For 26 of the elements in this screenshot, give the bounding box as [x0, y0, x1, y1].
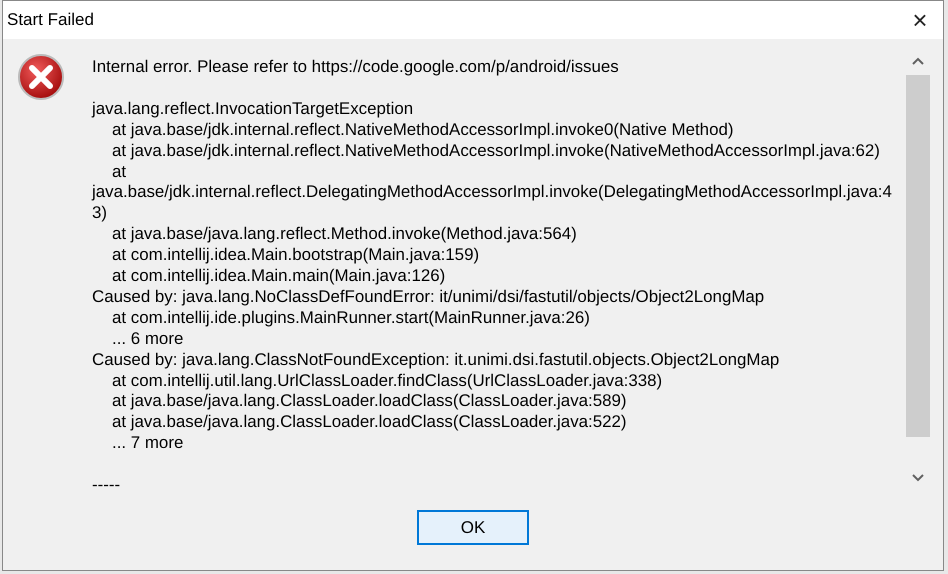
ok-button[interactable]: OK — [417, 510, 529, 545]
message-line: at java.base/java.lang.reflect.Method.invoke(Method.java:564) — [112, 224, 577, 246]
message-line: ----- — [92, 475, 120, 496]
message-line: at java.base/java.lang.ClassLoader.loadClass(ClassLoader.java:589) — [112, 391, 627, 412]
message-line: ... 7 more — [112, 433, 184, 454]
message-line: at com.intellij.idea.Main.bootstrap(Main.java:159) — [112, 245, 480, 266]
message-line: at java.base/java.lang.ClassLoader.loadClass(ClassLoader.java:522) — [112, 412, 627, 434]
message-line: ... 6 more — [112, 328, 184, 350]
message-line: at — [112, 162, 126, 182]
message-line: Caused by: java.lang.NoClassDefFoundError: it/unimi/dsi/fastutil/objects/Object2LongMap — [92, 286, 764, 308]
message-line: at java.base/jdk.internal.reflect.NativeMethodAccessorImpl.invoke(NativeMethodAccessorImpl.java:62) — [112, 140, 880, 162]
message-line: java.base/jdk.internal.reflect.DelegatingMethodAccessorImpl.invoke(DelegatingMethodAccessorImpl.java:4 — [92, 182, 892, 204]
message-line: 3) — [92, 203, 108, 224]
message-line: Internal error. Please refer to https://code.google.com/p/android/issues — [92, 57, 619, 78]
scroll-up-icon[interactable] — [912, 57, 924, 65]
message-line: at com.intellij.ide.plugins.MainRunner.start(MainRunner.java:26) — [112, 308, 590, 329]
message-line: at java.base/jdk.internal.reflect.NativeMethodAccessorImpl.invoke0(Native Method) — [112, 120, 734, 141]
window-title: Start Failed — [6, 10, 94, 30]
close-button[interactable]: × — [897, 1, 943, 39]
message-line: Caused by: java.lang.ClassNotFoundException: it.unimi.dsi.fastutil.objects.Object2LongMap — [92, 350, 780, 371]
error-icon — [17, 53, 65, 101]
scrollbar-thumb[interactable] — [906, 75, 930, 437]
scroll-down-icon[interactable] — [912, 474, 924, 482]
message-line: at com.intellij.util.lang.UrlClassLoader.findClass(UrlClassLoader.java:338) — [112, 370, 662, 392]
message-line: at com.intellij.idea.Main.main(Main.java:126) — [112, 266, 446, 287]
message-line: java.lang.reflect.InvocationTargetException — [92, 98, 414, 120]
